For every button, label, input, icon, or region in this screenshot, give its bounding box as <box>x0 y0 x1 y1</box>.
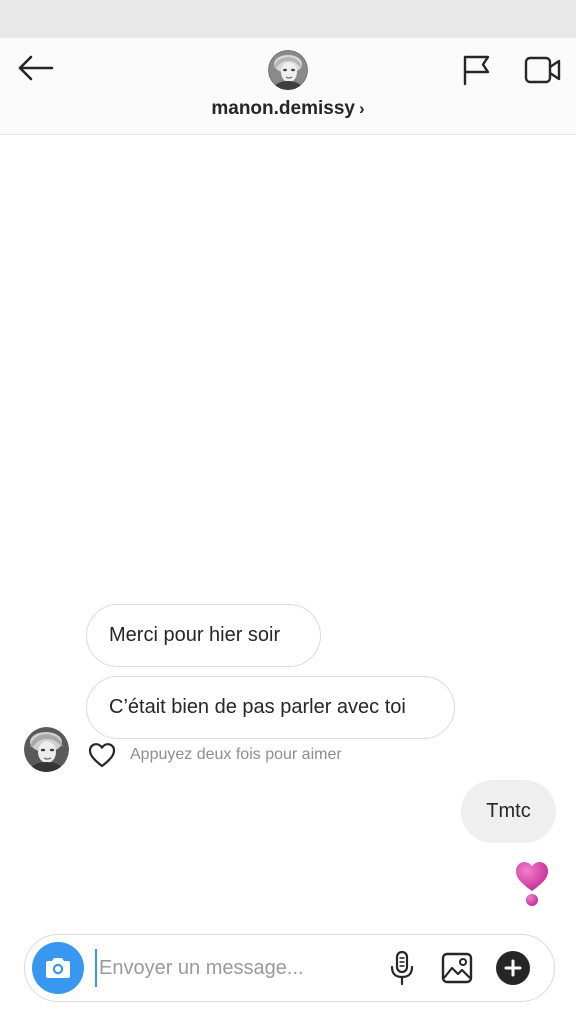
username-label: manon.demissy <box>211 98 355 119</box>
message-text: C’était bien de pas parler avec toi <box>109 696 406 718</box>
voice-message-button[interactable] <box>387 949 417 987</box>
sender-avatar[interactable] <box>24 727 69 772</box>
camera-button[interactable] <box>32 942 84 994</box>
heart-outline-icon <box>88 743 116 768</box>
back-button[interactable] <box>14 50 56 86</box>
more-options-button[interactable] <box>496 951 530 985</box>
profile-username-link[interactable]: manon.demissy › <box>0 98 576 120</box>
video-camera-icon <box>524 56 561 84</box>
microphone-icon <box>390 950 414 986</box>
message-input[interactable] <box>95 949 329 987</box>
arrow-left-icon <box>18 55 54 81</box>
camera-icon <box>46 958 70 978</box>
chevron-right-icon: › <box>358 99 365 118</box>
outgoing-message-bubble[interactable]: Tmtc <box>461 780 556 843</box>
incoming-message-bubble[interactable]: C’était bien de pas parler avec toi <box>86 676 455 739</box>
report-button[interactable] <box>456 50 496 90</box>
heavy-heart-exclamation-icon <box>516 862 548 906</box>
video-call-button[interactable] <box>522 50 564 90</box>
flag-icon <box>463 55 490 86</box>
plus-icon <box>504 959 522 977</box>
message-text: Tmtc <box>486 800 531 822</box>
gallery-button[interactable] <box>439 949 475 987</box>
like-button[interactable] <box>88 742 116 768</box>
heart-exclamation-sticker[interactable] <box>512 858 552 908</box>
avatar[interactable] <box>268 50 308 90</box>
chat-header: manon.demissy › <box>0 38 576 135</box>
like-hint-text: Appuyez deux fois pour aimer <box>130 746 342 763</box>
message-composer <box>24 934 555 1002</box>
image-icon <box>441 952 473 984</box>
status-bar <box>0 0 576 38</box>
incoming-message-bubble[interactable]: Merci pour hier soir <box>86 604 321 667</box>
message-text: Merci pour hier soir <box>109 624 281 646</box>
